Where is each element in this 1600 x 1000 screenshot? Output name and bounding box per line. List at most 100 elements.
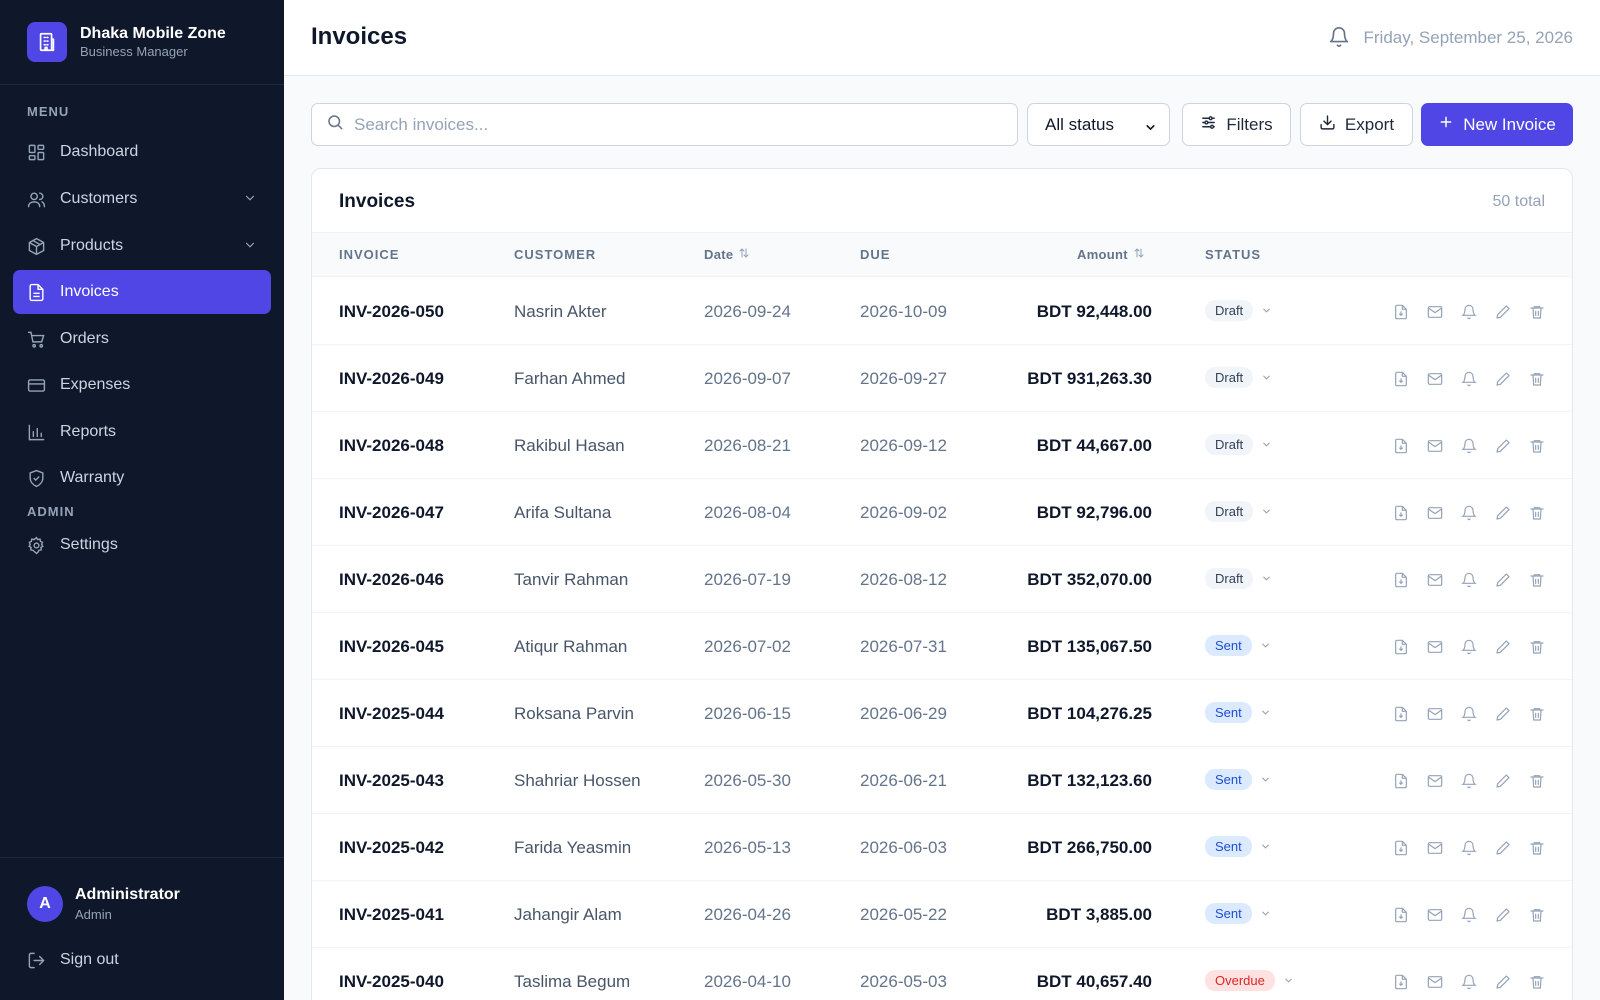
invoice-number[interactable]: INV-2025-042 xyxy=(339,838,444,858)
bell-icon[interactable] xyxy=(1452,570,1486,590)
edit-icon[interactable] xyxy=(1486,570,1520,590)
bell-icon[interactable] xyxy=(1452,972,1486,992)
status-dropdown[interactable]: Sent xyxy=(1205,635,1271,656)
trash-icon[interactable] xyxy=(1520,771,1554,791)
th-date[interactable]: Date xyxy=(704,247,750,262)
pdf-icon[interactable] xyxy=(1384,771,1418,791)
pdf-icon[interactable] xyxy=(1384,436,1418,456)
table-row[interactable]: INV-2025-043 Shahriar Hossen 2026-05-30 202… xyxy=(312,747,1572,814)
status-dropdown[interactable]: Draft xyxy=(1205,568,1272,589)
table-row[interactable]: INV-2025-044 Roksana Parvin 2026-06-15 2026… xyxy=(312,680,1572,747)
bell-icon[interactable] xyxy=(1452,369,1486,389)
mail-icon[interactable] xyxy=(1418,838,1452,858)
export-button[interactable]: Export xyxy=(1300,103,1413,146)
status-dropdown[interactable]: Sent xyxy=(1205,903,1271,924)
edit-icon[interactable] xyxy=(1486,905,1520,925)
pdf-icon[interactable] xyxy=(1384,838,1418,858)
edit-icon[interactable] xyxy=(1486,704,1520,724)
sidebar-item-warranty[interactable]: Warranty xyxy=(13,456,271,500)
bell-icon[interactable] xyxy=(1452,302,1486,322)
pdf-icon[interactable] xyxy=(1384,972,1418,992)
table-row[interactable]: INV-2026-045 Atiqur Rahman 2026-07-02 2026-… xyxy=(312,613,1572,680)
edit-icon[interactable] xyxy=(1486,503,1520,523)
pdf-icon[interactable] xyxy=(1384,905,1418,925)
table-row[interactable]: INV-2026-050 Nasrin Akter 2026-09-24 2026-1… xyxy=(312,278,1572,345)
status-dropdown[interactable]: Draft xyxy=(1205,300,1272,321)
mail-icon[interactable] xyxy=(1418,704,1452,724)
table-row[interactable]: INV-2026-047 Arifa Sultana 2026-08-04 2026-… xyxy=(312,479,1572,546)
invoice-number[interactable]: INV-2026-049 xyxy=(339,369,444,389)
trash-icon[interactable] xyxy=(1520,838,1554,858)
search-box[interactable] xyxy=(311,103,1018,146)
avatar[interactable]: A xyxy=(27,886,63,922)
bell-icon[interactable] xyxy=(1452,704,1486,724)
mail-icon[interactable] xyxy=(1418,302,1452,322)
th-amount[interactable]: Amount xyxy=(1077,247,1145,262)
invoice-number[interactable]: INV-2026-050 xyxy=(339,302,444,322)
trash-icon[interactable] xyxy=(1520,369,1554,389)
status-dropdown[interactable]: Draft xyxy=(1205,434,1272,455)
pdf-icon[interactable] xyxy=(1384,369,1418,389)
mail-icon[interactable] xyxy=(1418,436,1452,456)
edit-icon[interactable] xyxy=(1486,302,1520,322)
pdf-icon[interactable] xyxy=(1384,637,1418,657)
sidebar-item-customers[interactable]: Customers xyxy=(13,177,271,221)
edit-icon[interactable] xyxy=(1486,637,1520,657)
invoice-number[interactable]: INV-2026-046 xyxy=(339,570,444,590)
trash-icon[interactable] xyxy=(1520,972,1554,992)
status-dropdown[interactable]: Sent xyxy=(1205,702,1271,723)
trash-icon[interactable] xyxy=(1520,302,1554,322)
mail-icon[interactable] xyxy=(1418,972,1452,992)
table-row[interactable]: INV-2025-041 Jahangir Alam 2026-04-26 2026-… xyxy=(312,881,1572,948)
pdf-icon[interactable] xyxy=(1384,704,1418,724)
table-row[interactable]: INV-2026-049 Farhan Ahmed 2026-09-07 2026-0… xyxy=(312,345,1572,412)
status-dropdown[interactable]: Overdue xyxy=(1205,970,1294,991)
invoice-number[interactable]: INV-2026-047 xyxy=(339,503,444,523)
invoice-number[interactable]: INV-2025-041 xyxy=(339,905,444,925)
table-row[interactable]: INV-2025-040 Taslima Begum 2026-04-10 2026-… xyxy=(312,948,1572,1000)
edit-icon[interactable] xyxy=(1486,369,1520,389)
sidebar-item-products[interactable]: Products xyxy=(13,224,271,268)
bell-icon[interactable] xyxy=(1452,905,1486,925)
sidebar-item-invoices[interactable]: Invoices xyxy=(13,270,271,314)
sidebar-item-orders[interactable]: Orders xyxy=(13,317,271,361)
pdf-icon[interactable] xyxy=(1384,570,1418,590)
bell-icon[interactable] xyxy=(1452,503,1486,523)
table-row[interactable]: INV-2025-042 Farida Yeasmin 2026-05-13 2026… xyxy=(312,814,1572,881)
bell-icon[interactable] xyxy=(1452,436,1486,456)
pdf-icon[interactable] xyxy=(1384,302,1418,322)
invoice-number[interactable]: INV-2025-043 xyxy=(339,771,444,791)
trash-icon[interactable] xyxy=(1520,637,1554,657)
sidebar-item-expenses[interactable]: Expenses xyxy=(13,363,271,407)
edit-icon[interactable] xyxy=(1486,436,1520,456)
trash-icon[interactable] xyxy=(1520,704,1554,724)
mail-icon[interactable] xyxy=(1418,503,1452,523)
status-dropdown[interactable]: Sent xyxy=(1205,836,1271,857)
invoice-number[interactable]: INV-2026-045 xyxy=(339,637,444,657)
invoice-number[interactable]: INV-2026-048 xyxy=(339,436,444,456)
trash-icon[interactable] xyxy=(1520,905,1554,925)
search-input[interactable] xyxy=(354,114,994,135)
status-dropdown[interactable]: Sent xyxy=(1205,769,1271,790)
sign-out-button[interactable]: Sign out xyxy=(13,938,271,982)
notification-bell-icon[interactable] xyxy=(1328,26,1350,53)
bell-icon[interactable] xyxy=(1452,771,1486,791)
table-row[interactable]: INV-2026-048 Rakibul Hasan 2026-08-21 2026-… xyxy=(312,412,1572,479)
sidebar-item-settings[interactable]: Settings xyxy=(13,523,271,567)
mail-icon[interactable] xyxy=(1418,570,1452,590)
status-dropdown[interactable]: Draft xyxy=(1205,367,1272,388)
mail-icon[interactable] xyxy=(1418,369,1452,389)
status-dropdown[interactable]: Draft xyxy=(1205,501,1272,522)
pdf-icon[interactable] xyxy=(1384,503,1418,523)
edit-icon[interactable] xyxy=(1486,972,1520,992)
trash-icon[interactable] xyxy=(1520,503,1554,523)
mail-icon[interactable] xyxy=(1418,905,1452,925)
edit-icon[interactable] xyxy=(1486,771,1520,791)
sidebar-item-dashboard[interactable]: Dashboard xyxy=(13,130,271,174)
new-invoice-button[interactable]: New Invoice xyxy=(1421,103,1573,146)
trash-icon[interactable] xyxy=(1520,570,1554,590)
bell-icon[interactable] xyxy=(1452,838,1486,858)
sidebar-item-reports[interactable]: Reports xyxy=(13,410,271,454)
trash-icon[interactable] xyxy=(1520,436,1554,456)
bell-icon[interactable] xyxy=(1452,637,1486,657)
